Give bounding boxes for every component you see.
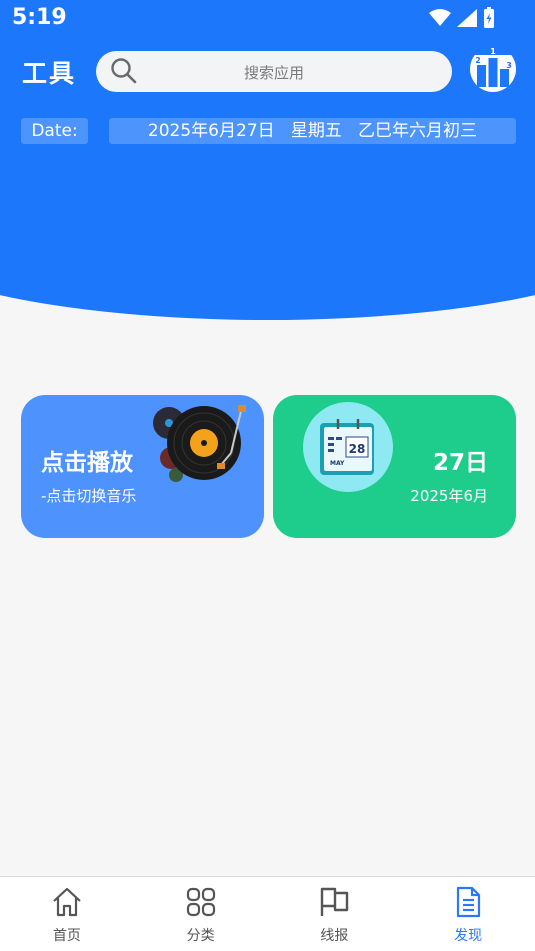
nav-label-discover: 发现 — [454, 928, 483, 944]
calendar-day: 27日 — [432, 450, 488, 476]
top-bar: 工具 搜索应用 1 2 3 — [0, 44, 535, 94]
vinyl-record-icon — [153, 405, 246, 482]
nav-item-category[interactable]: 分类 — [134, 877, 268, 951]
search-input[interactable]: 搜索应用 — [96, 51, 452, 92]
bottom-nav: 首页 分类 线报 发现 — [0, 876, 535, 951]
svg-text:2: 2 — [475, 56, 481, 65]
calendar-month: 2025年6月 — [410, 487, 488, 505]
calendar-icon: 28 MAY — [320, 419, 374, 475]
nav-label-news: 线报 — [320, 928, 349, 944]
date-label: Date: — [21, 118, 88, 144]
nav-label-home: 首页 — [52, 928, 81, 944]
svg-text:3: 3 — [506, 61, 512, 70]
grid-icon — [186, 887, 215, 917]
svg-text:MAY: MAY — [330, 460, 345, 467]
nav-item-home[interactable]: 首页 — [0, 877, 134, 951]
battery-icon — [484, 7, 494, 28]
home-icon — [53, 887, 81, 917]
status-bar: 5:19 — [0, 0, 535, 38]
music-title: 点击播放 — [41, 450, 133, 476]
nav-item-news[interactable]: 线报 — [268, 877, 402, 951]
search-placeholder: 搜索应用 — [243, 64, 304, 82]
page-title: 工具 — [22, 59, 77, 88]
calendar-card[interactable]: 28 MAY 27日 2025年6月 — [273, 395, 516, 538]
podium-icon[interactable]: 1 2 3 — [468, 44, 518, 94]
flag-icon — [321, 887, 349, 916]
svg-text:28: 28 — [349, 442, 366, 456]
svg-text:1: 1 — [490, 47, 496, 56]
date-row: Date: 2025年6月27日 星期五 乙巳年六月初三 — [0, 118, 535, 144]
date-value: 2025年6月27日 星期五 乙巳年六月初三 — [109, 118, 516, 144]
screen: 5:19 工具 搜索应用 1 2 3 Date: 2025年6月27日 星期五 … — [0, 0, 535, 951]
music-card[interactable]: 点击播放 -点击切换音乐 — [21, 395, 264, 538]
signal-icon — [457, 9, 477, 27]
nav-item-discover[interactable]: 发现 — [401, 877, 535, 951]
status-time: 5:19 — [12, 5, 67, 30]
music-subtitle: -点击切换音乐 — [41, 487, 137, 505]
status-icons — [429, 7, 495, 29]
nav-label-category: 分类 — [186, 928, 215, 944]
document-icon — [457, 886, 481, 918]
wifi-icon — [429, 9, 451, 26]
